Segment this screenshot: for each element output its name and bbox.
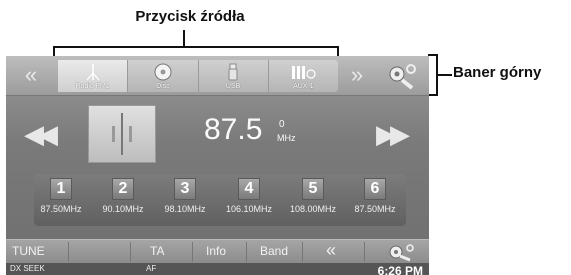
af-indicator: AF <box>146 264 157 273</box>
usb-icon <box>228 63 238 81</box>
banner-right-arrow[interactable]: » <box>342 64 372 88</box>
head-unit-screen: « Radio FM1 Disc USB AUX-1 » ◀◀ 87.5 0 M… <box>6 56 429 275</box>
back-button[interactable]: « <box>326 240 336 261</box>
source-label: AUX-1 <box>293 83 314 90</box>
preset-bar: 1 87.50MHz 2 90.10MHz 3 98.10MHz 4 106.1… <box>34 174 406 226</box>
preset-number: 1 <box>50 178 72 200</box>
frequency-display: 87.5 <box>204 113 263 146</box>
source-button-strip: Radio FM1 Disc USB AUX-1 <box>58 60 338 92</box>
preset-number: 6 <box>364 178 386 200</box>
frequency-unit: MHz <box>277 133 296 143</box>
seek-back-button[interactable]: ◀◀ <box>24 119 58 150</box>
clock: 6:26 PM <box>377 264 423 275</box>
disc-icon <box>154 63 172 81</box>
seek-forward-button[interactable]: ▶▶ <box>376 119 410 150</box>
tune-bar <box>112 126 115 142</box>
preset-frequency: 98.10MHz <box>164 204 206 214</box>
callout-bracket <box>53 46 339 56</box>
tune-slider[interactable] <box>88 105 156 163</box>
top-banner-callout: Baner górny <box>453 64 542 81</box>
divider <box>246 242 247 262</box>
info-button[interactable]: Info <box>206 244 226 258</box>
source-usb-button[interactable]: USB <box>199 60 269 92</box>
source-aux-button[interactable]: AUX-1 <box>269 60 338 92</box>
preset-frequency: 87.50MHz <box>40 204 82 214</box>
tune-button[interactable]: TUNE <box>12 244 45 258</box>
preset-frequency: 87.50MHz <box>354 204 396 214</box>
banner-left-arrow[interactable]: « <box>16 64 46 88</box>
aux-icon <box>292 66 316 79</box>
ta-button[interactable]: TA <box>150 244 164 258</box>
source-label: Radio FM1 <box>75 83 110 90</box>
preset-frequency: 90.10MHz <box>102 204 144 214</box>
tune-bar <box>129 126 132 142</box>
frequency-decimal: 0 <box>279 119 285 130</box>
divider <box>192 242 193 262</box>
source-label: USB <box>225 83 241 90</box>
divider <box>130 242 131 262</box>
preset-frequency: 108.00MHz <box>289 204 337 214</box>
source-button-callout: Przycisk źródła <box>135 8 245 25</box>
source-disc-button[interactable]: Disc <box>128 60 199 92</box>
source-radio-button[interactable]: Radio FM1 <box>58 60 129 92</box>
manual-figure: Przycisk źródła Baner górny « Radio FM1 <box>0 0 571 275</box>
status-bar: DX SEEK AF 6:26 PM <box>6 263 429 275</box>
divider <box>364 242 365 262</box>
divider <box>302 242 303 262</box>
preset-number: 3 <box>174 178 196 200</box>
frequency-row: ◀◀ 87.5 0 MHz ▶▶ <box>6 101 429 169</box>
antenna-icon <box>86 64 100 81</box>
bottom-function-bar: TUNE TA Info Band « <box>6 239 429 263</box>
preset-frequency: 106.10MHz <box>225 204 273 214</box>
audio-setup-icon[interactable] <box>384 242 418 262</box>
top-banner: « Radio FM1 Disc USB AUX-1 » <box>6 56 429 96</box>
preset-6[interactable]: 6 87.50MHz <box>348 178 402 214</box>
preset-4[interactable]: 4 106.10MHz <box>222 178 276 214</box>
setup-button[interactable] <box>380 60 424 92</box>
callout-leader-line <box>183 30 185 46</box>
preset-number: 2 <box>112 178 134 200</box>
band-button[interactable]: Band <box>260 244 288 258</box>
preset-5[interactable]: 5 108.00MHz <box>286 178 340 214</box>
tune-center-line <box>121 113 123 155</box>
preset-2[interactable]: 2 90.10MHz <box>96 178 150 214</box>
wrench-icon <box>389 64 416 90</box>
divider <box>68 242 69 262</box>
dx-seek-indicator: DX SEEK <box>10 264 45 273</box>
callout-bracket-right <box>428 54 438 96</box>
callout-leader-line-right <box>438 74 452 76</box>
preset-number: 4 <box>238 178 260 200</box>
source-label: Disc <box>156 83 170 90</box>
preset-1[interactable]: 1 87.50MHz <box>34 178 88 214</box>
preset-3[interactable]: 3 98.10MHz <box>158 178 212 214</box>
preset-number: 5 <box>302 178 324 200</box>
